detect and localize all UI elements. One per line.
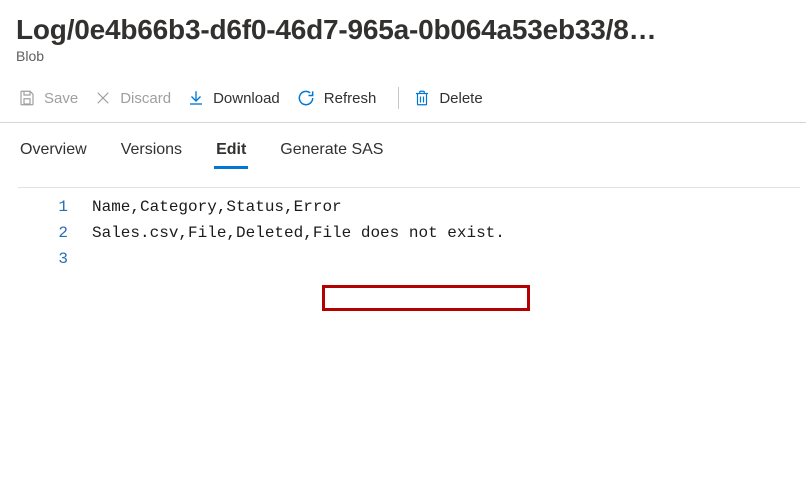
refresh-label: Refresh [324,90,377,107]
refresh-button[interactable]: Refresh [294,84,387,112]
delete-button[interactable]: Delete [411,85,492,111]
toolbar-separator [398,87,399,109]
download-label: Download [213,90,280,107]
save-button[interactable]: Save [16,85,88,111]
line-gutter: 1 2 3 [18,194,92,272]
page-subtitle: Blob [16,48,790,64]
trash-icon [413,89,431,107]
tab-generate-sas[interactable]: Generate SAS [278,135,385,169]
highlight-annotation [322,285,530,311]
delete-label: Delete [439,90,482,107]
save-label: Save [44,90,78,107]
refresh-icon [296,88,316,108]
line-number: 3 [18,246,68,272]
line-number: 1 [18,194,68,220]
save-icon [18,89,36,107]
tab-edit[interactable]: Edit [214,135,248,169]
toolbar: Save Discard Download Refresh [0,66,806,123]
tab-overview[interactable]: Overview [18,135,89,169]
discard-button[interactable]: Discard [92,85,181,111]
page-title: Log/0e4b66b3-d6f0-46d7-965a-0b064a53eb33… [16,14,790,46]
download-button[interactable]: Download [185,85,290,111]
tab-bar: Overview Versions Edit Generate SAS [0,123,806,169]
discard-label: Discard [120,90,171,107]
tab-versions[interactable]: Versions [119,135,184,169]
download-icon [187,89,205,107]
line-number: 2 [18,220,68,246]
code-content[interactable]: Name,Category,Status,Error Sales.csv,Fil… [92,194,800,272]
code-line [92,246,800,272]
code-editor[interactable]: 1 2 3 Name,Category,Status,Error Sales.c… [18,187,800,272]
close-icon [94,89,112,107]
code-line: Name,Category,Status,Error [92,194,800,220]
code-line: Sales.csv,File,Deleted,File does not exi… [92,220,800,246]
